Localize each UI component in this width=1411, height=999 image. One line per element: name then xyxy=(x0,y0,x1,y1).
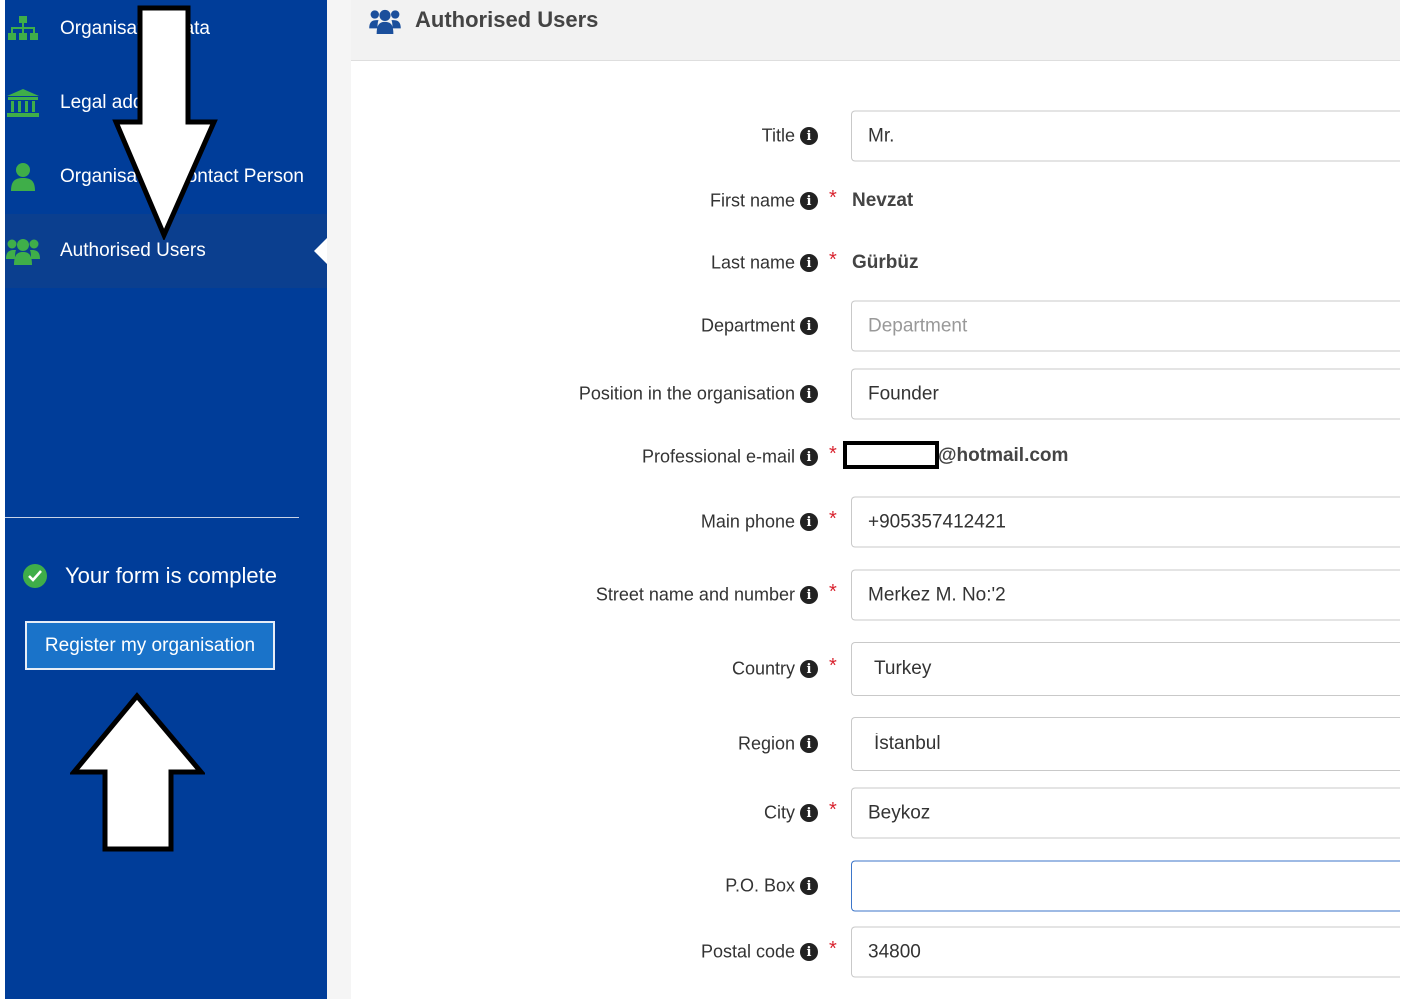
info-icon[interactable]: i xyxy=(800,586,818,604)
bank-icon xyxy=(5,88,41,118)
check-circle-icon xyxy=(23,564,47,588)
country-label: Country xyxy=(731,658,795,679)
street-label: Street name and number xyxy=(595,584,795,605)
panel-title: Authorised Users xyxy=(415,7,599,32)
required-marker: * xyxy=(829,249,837,272)
po-box-field[interactable] xyxy=(851,860,1411,912)
email-label: Professional e-mail xyxy=(641,446,795,467)
info-icon[interactable]: i xyxy=(800,448,818,466)
info-icon[interactable]: i xyxy=(800,735,818,753)
first-name-label: First name xyxy=(709,190,795,211)
city-label: City xyxy=(764,802,795,823)
info-icon[interactable]: i xyxy=(800,804,818,822)
required-marker: * xyxy=(829,187,837,210)
register-organisation-button[interactable]: Register my organisation xyxy=(25,621,275,670)
country-select[interactable] xyxy=(851,642,1411,696)
region-select[interactable] xyxy=(851,717,1411,771)
info-icon[interactable]: i xyxy=(800,127,818,145)
region-label: Region xyxy=(737,733,795,754)
redaction-box xyxy=(843,441,939,469)
required-marker: * xyxy=(829,655,837,678)
required-marker: * xyxy=(829,508,837,531)
title-label: Title xyxy=(761,125,795,146)
user-icon xyxy=(5,162,41,192)
info-icon[interactable]: i xyxy=(800,660,818,678)
title-field[interactable] xyxy=(851,110,1411,162)
content-gutter xyxy=(327,0,351,999)
info-icon[interactable]: i xyxy=(800,317,818,335)
required-marker: * xyxy=(829,581,837,604)
sitemap-icon xyxy=(5,14,41,44)
phone-label: Main phone xyxy=(700,511,795,532)
city-field[interactable] xyxy=(851,787,1411,839)
required-marker: * xyxy=(829,938,837,961)
info-icon[interactable]: i xyxy=(800,877,818,895)
info-icon[interactable]: i xyxy=(800,513,818,531)
phone-field[interactable] xyxy=(851,496,1411,548)
info-icon[interactable]: i xyxy=(800,254,818,272)
info-icon[interactable]: i xyxy=(800,385,818,403)
info-icon[interactable]: i xyxy=(800,192,818,210)
info-icon[interactable]: i xyxy=(800,943,818,961)
position-field[interactable] xyxy=(851,368,1411,420)
first-name-value: Nevzat xyxy=(852,190,914,211)
users-icon xyxy=(5,236,41,266)
form-status: Your form is complete xyxy=(23,563,277,589)
po-box-label: P.O. Box xyxy=(725,875,795,896)
position-label: Position in the organisation xyxy=(578,383,795,404)
last-name-label: Last name xyxy=(710,252,795,273)
last-name-value: Gürbüz xyxy=(852,252,919,273)
users-icon xyxy=(369,8,401,39)
up-arrow-annotation xyxy=(70,692,205,852)
panel-header: Authorised Users xyxy=(351,0,1400,61)
active-caret xyxy=(314,238,327,264)
email-value: @hotmail.com xyxy=(938,445,1069,466)
postal-code-field[interactable] xyxy=(851,926,1411,978)
street-field[interactable] xyxy=(851,569,1411,621)
page-edge xyxy=(1400,0,1411,999)
form-status-text: Your form is complete xyxy=(65,563,277,588)
required-marker: * xyxy=(829,443,837,466)
postal-code-label: Postal code xyxy=(700,941,795,962)
department-label: Department xyxy=(700,315,795,336)
required-marker: * xyxy=(829,799,837,822)
sidebar-item-label: Authorised Users xyxy=(60,240,206,261)
down-arrow-annotation xyxy=(112,5,218,240)
department-field[interactable] xyxy=(851,300,1411,352)
sidebar-divider xyxy=(5,517,299,518)
